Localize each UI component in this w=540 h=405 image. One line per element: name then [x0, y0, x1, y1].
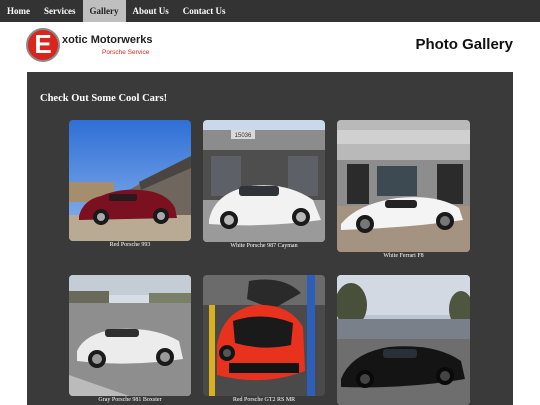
photo-caption: White Porsche 987 Cayman	[230, 243, 298, 249]
gallery-card: Red Porsche 993	[69, 120, 191, 250]
site-logo[interactable]: E xotic Motorwerks Porsche Service	[26, 28, 176, 64]
logo-letter: E	[34, 29, 52, 59]
top-nav: Home Services Gallery About Us Contact U…	[0, 0, 540, 22]
photo-caption: Red Porsche GT2 RS MR	[232, 397, 296, 403]
gallery-photo-gray-porsche-981-boxster[interactable]	[69, 275, 191, 396]
gallery-card: White Ferrari F8	[337, 120, 470, 262]
gallery-card: Red Porsche GT2 RS MR	[203, 275, 325, 405]
nav-home[interactable]: Home	[0, 0, 37, 22]
gallery-panel: Check Out Some Cool Cars! Red Porsche 99…	[27, 72, 513, 405]
building-number: 15036	[235, 133, 252, 139]
gallery-photo-white-ferrari-f8[interactable]	[337, 120, 470, 252]
gallery-card: 15036 White Porsche 987 Cayman	[203, 120, 325, 252]
logo-subtitle: Porsche Service	[102, 49, 150, 56]
gallery-photo-red-porsche-gt2-rs-mr[interactable]	[203, 275, 325, 396]
gallery-photo-white-porsche-987-cayman[interactable]: 15036	[203, 120, 325, 242]
photo-caption: White Ferrari F8	[383, 253, 424, 259]
gallery-photo-red-porsche-993[interactable]	[69, 120, 191, 241]
gallery-heading: Check Out Some Cool Cars!	[40, 93, 168, 104]
photo-caption: Gray Porsche 981 Boxster	[98, 397, 162, 403]
site-header: E xotic Motorwerks Porsche Service Photo…	[0, 22, 540, 72]
page-title: Photo Gallery	[415, 36, 513, 53]
photo-caption: Red Porsche 993	[109, 242, 151, 248]
gallery-card: Gray Porsche 981 Boxster	[69, 275, 191, 405]
gallery-card	[337, 275, 470, 405]
gallery-photo-black-car[interactable]	[337, 275, 470, 405]
logo-name: xotic Motorwerks	[62, 34, 153, 46]
nav-about-us[interactable]: About Us	[126, 0, 176, 22]
nav-services[interactable]: Services	[37, 0, 83, 22]
nav-gallery[interactable]: Gallery	[82, 0, 126, 22]
nav-contact-us[interactable]: Contact Us	[176, 0, 233, 22]
